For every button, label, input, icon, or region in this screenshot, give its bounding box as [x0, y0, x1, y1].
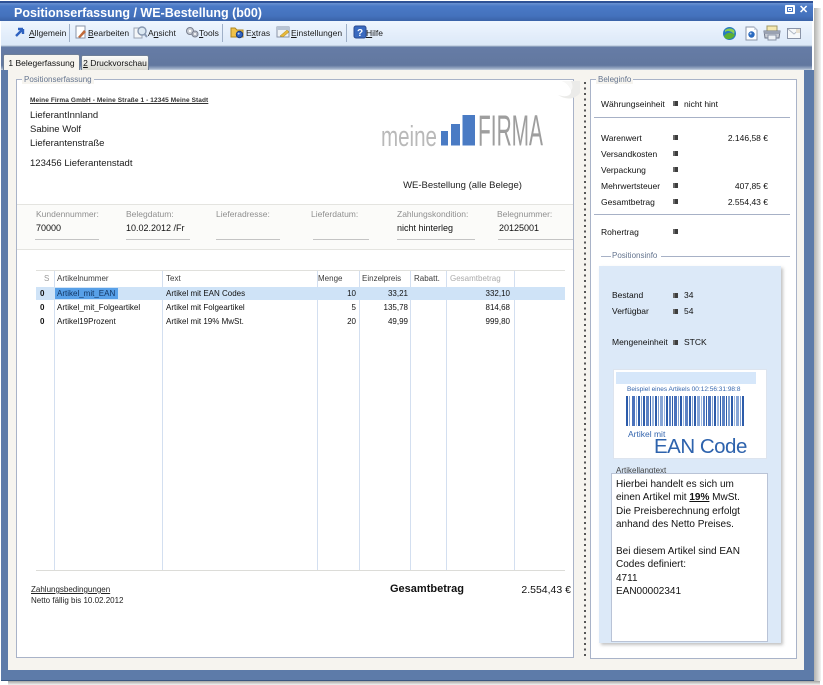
svg-text:meine: meine [381, 121, 437, 150]
svg-text:FIRMA: FIRMA [478, 107, 543, 151]
svg-text:?: ? [357, 28, 363, 39]
